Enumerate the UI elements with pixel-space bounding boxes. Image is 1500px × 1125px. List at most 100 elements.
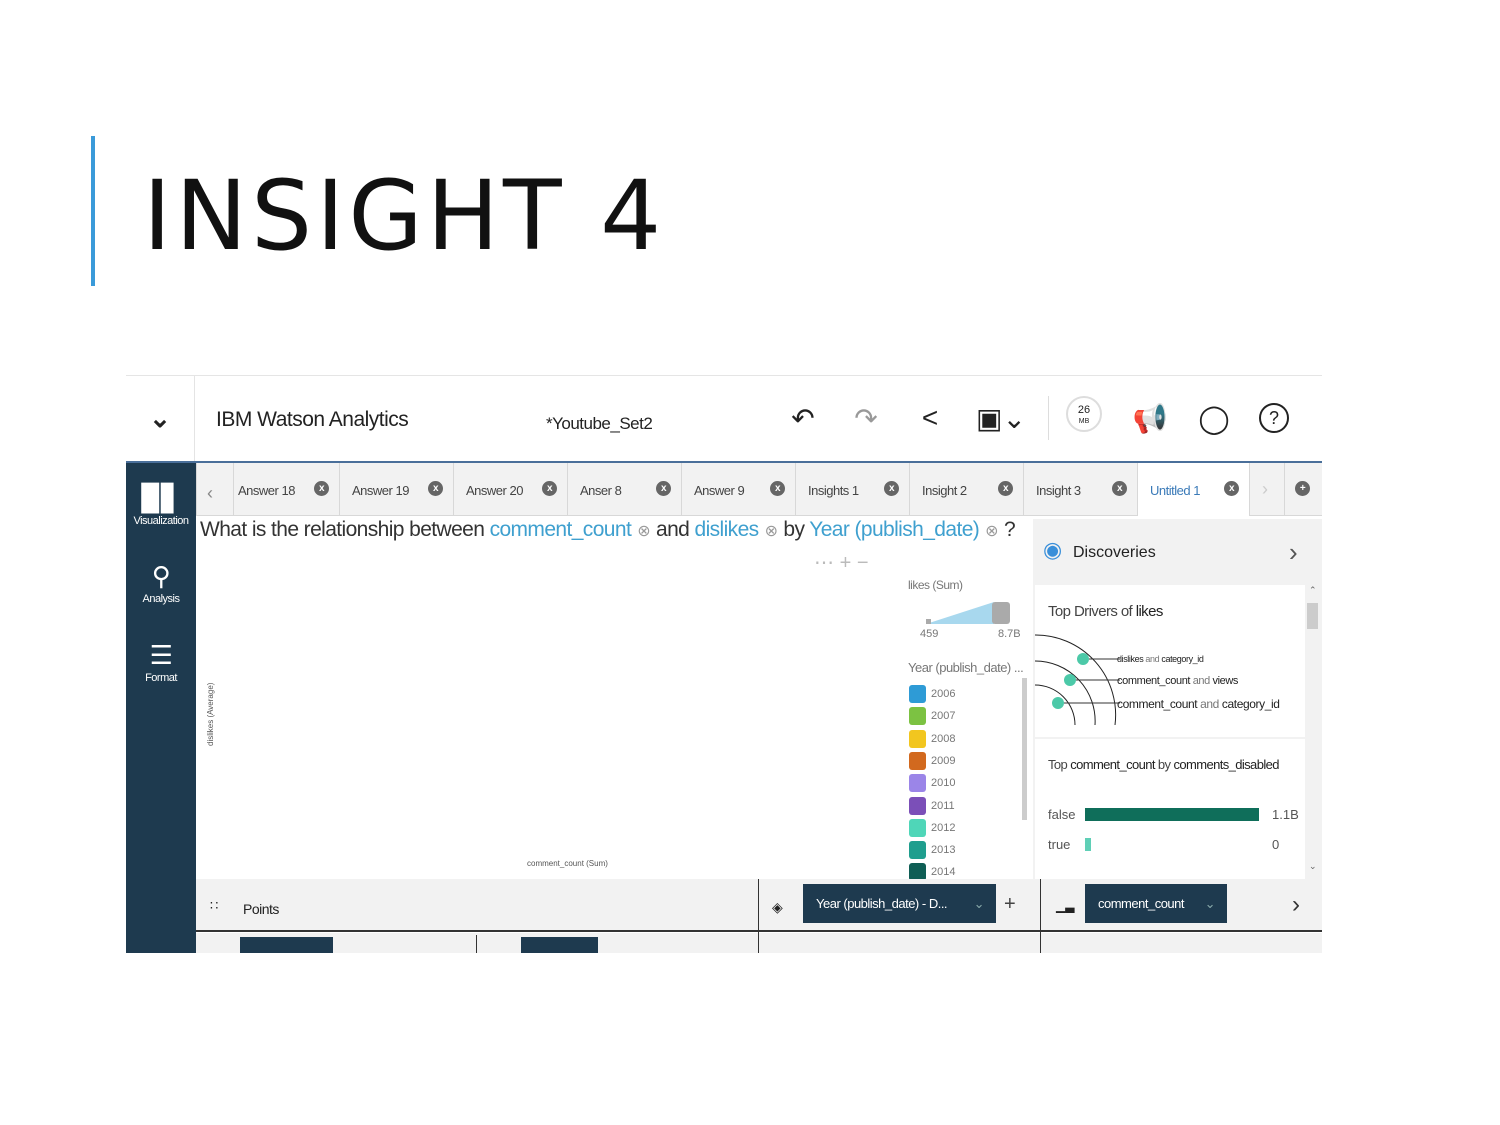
megaphone-icon[interactable]: 📢 [1132,400,1168,436]
divider [1040,933,1041,953]
size-legend-title: likes (Sum) [908,578,963,592]
driver-item[interactable]: comment_count and category_id [1117,697,1280,711]
legend-item[interactable]: 2012 [909,818,956,837]
redo-icon[interactable]: ↷ [848,400,884,436]
close-icon[interactable]: x [656,481,671,496]
chevron-right-icon[interactable]: › [1292,891,1300,919]
close-icon[interactable]: x [542,481,557,496]
card-title: Top [1048,757,1068,772]
scroll-up-icon[interactable]: ⌃ [1309,585,1317,596]
top-comment-count-card[interactable]: Top comment_count by comments_disabled f… [1035,739,1305,879]
plus-icon: + [1295,481,1310,496]
legend-swatch [909,751,926,770]
tabs-prev-button[interactable]: ‹ [196,463,233,516]
driver-dot [1052,697,1064,709]
card-text: by [1157,757,1171,772]
close-icon[interactable]: x [1224,481,1239,496]
tab-insight-3[interactable]: Insight 3 x [1023,463,1137,516]
field-comment-count[interactable]: comment_count [490,518,632,541]
field-pill[interactable] [240,937,333,953]
chevron-down-icon[interactable]: ⌄ [126,376,195,461]
driver-item[interactable]: dislikes and category_id [1117,654,1204,664]
legend-label: 2007 [931,710,956,723]
chevron-right-icon[interactable]: › [1289,537,1298,568]
lightbulb-icon: ◉ [1043,537,1063,562]
tab-label: Untitled 1 [1150,483,1200,498]
card-title: Top Drivers of [1048,603,1133,620]
undo-icon[interactable]: ↶ [785,400,821,436]
size-legend-min: 459 [920,628,939,640]
close-icon[interactable]: x [314,481,329,496]
legend-swatch [909,729,926,748]
tab-insights-1[interactable]: Insights 1 x [795,463,909,516]
add-field-icon[interactable]: + [1004,893,1016,916]
color-field-dropdown[interactable]: Year (publish_date) - D... ⌄ [803,884,996,923]
color-field-label: Year (publish_date) - D... [816,896,948,911]
legend-label: 2011 [931,799,955,812]
sidebar-item-format[interactable]: ☰ Format [126,640,196,684]
tab-answer-19[interactable]: Answer 19 x [339,463,453,516]
help-icon[interactable]: ? [1259,403,1289,433]
divider [758,933,759,953]
remove-icon[interactable]: ⊗ [765,523,778,540]
bar [1085,808,1259,821]
driver-item[interactable]: comment_count and views [1117,675,1238,687]
size-field-label: comment_count [1098,896,1185,911]
close-icon[interactable]: x [1112,481,1127,496]
bar-label: true [1048,837,1071,852]
legend-item[interactable]: 2007 [909,707,956,726]
top-drivers-card[interactable]: Top Drivers of likes dislikes and catego… [1035,585,1305,737]
remove-icon[interactable]: ⊗ [985,523,998,540]
field-year[interactable]: Year (publish_date) [809,518,980,541]
sidebar: ▉▋ Visualization ⚲ Analysis ☰ Format [126,463,196,953]
tab-anser-8[interactable]: Anser 8 x [567,463,681,516]
add-tab-button[interactable]: + [1284,463,1322,516]
tab-answer-20[interactable]: Answer 20 x [453,463,567,516]
tab-answer-18[interactable]: Answer 18 x [233,463,339,516]
legend-item[interactable]: 2006 [909,685,955,703]
chart-type-label[interactable]: Points [243,901,279,917]
legend-swatch [909,818,926,837]
tabs-next-button[interactable]: › [1249,463,1284,516]
top-bar: ⌄ IBM Watson Analytics *Youtube_Set2 ↶ ↷… [126,376,1322,461]
discoveries-scrollbar[interactable] [1307,603,1318,629]
question-text: ? [1003,518,1016,541]
close-icon[interactable]: x [998,481,1013,496]
field-dislikes[interactable]: dislikes [695,518,760,541]
legend-item[interactable]: 2010 [909,774,955,793]
share-icon[interactable]: < [912,400,948,436]
legend-swatch [909,707,926,726]
legend-swatch [909,685,926,703]
close-icon[interactable]: x [770,481,785,496]
discoveries-header[interactable]: ◉ Discoveries › [1033,519,1322,583]
question-bar: What is the relationship between comment… [200,518,1016,542]
memory-indicator: 26 MB [1066,396,1102,432]
size-field-dropdown[interactable]: comment_count ⌄ [1085,884,1227,923]
close-icon[interactable]: x [884,481,899,496]
field-pill[interactable] [521,937,598,953]
drivers-arcs [1035,634,1120,725]
save-icon[interactable]: ▣⌄ [976,400,1026,436]
card-dimension: comments_disabled [1173,757,1279,772]
scatter-chart-area: dislikes (Average) comment_count (Sum) [196,546,1030,879]
close-icon[interactable]: x [428,481,443,496]
scroll-down-icon[interactable]: ⌄ [1309,861,1317,872]
user-icon[interactable]: ◯ [1196,400,1232,436]
legend-item[interactable]: 2008 [909,729,955,748]
remove-icon[interactable]: ⊗ [637,523,650,540]
legend-item[interactable]: 2009 [909,751,955,770]
sidebar-item-analysis[interactable]: ⚲ Analysis [126,561,196,605]
tab-insight-2[interactable]: Insight 2 x [909,463,1023,516]
legend-scrollbar[interactable] [1022,678,1027,820]
color-legend-title: Year (publish_date) ... [908,660,1024,675]
watson-app-screenshot: ⌄ IBM Watson Analytics *Youtube_Set2 ↶ ↷… [126,375,1322,953]
tab-answer-9[interactable]: Answer 9 x [681,463,795,516]
x-axis-label: comment_count (Sum) [527,859,608,868]
tab-label: Answer 18 [238,483,295,498]
legend-label: 2012 [931,821,956,834]
document-name[interactable]: *Youtube_Set2 [546,414,653,434]
legend-item[interactable]: 2011 [909,796,955,815]
sidebar-item-visualization[interactable]: ▉▋ Visualization [126,483,196,527]
tab-untitled-1[interactable]: Untitled 1 x [1137,463,1249,516]
legend-item[interactable]: 2013 [909,841,955,860]
